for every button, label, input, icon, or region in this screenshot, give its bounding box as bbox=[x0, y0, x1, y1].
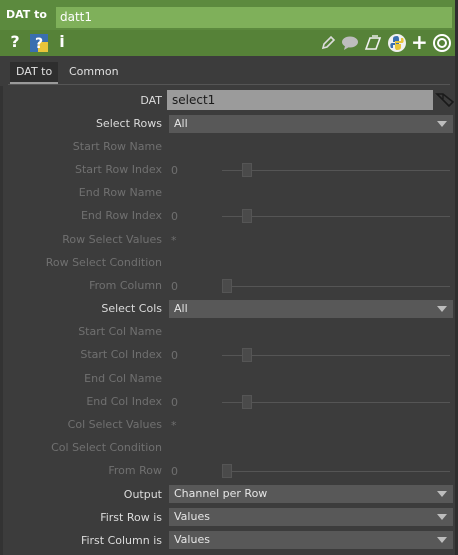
output-label: Output bbox=[123, 488, 162, 501]
chevron-down-icon bbox=[437, 514, 447, 520]
dat-drop-arrow-icon[interactable] bbox=[435, 90, 455, 110]
end-col-index-slider[interactable] bbox=[222, 402, 450, 403]
from-column-label: From Column bbox=[89, 279, 162, 292]
row-select-condition-label: Row Select Condition bbox=[45, 256, 162, 269]
first-column-is-dropdown[interactable]: Values bbox=[169, 531, 453, 549]
tab-common[interactable]: Common bbox=[63, 62, 125, 82]
select-cols-dropdown[interactable]: All bbox=[169, 300, 453, 318]
end-row-index-label: End Row Index bbox=[80, 209, 162, 222]
from-row-value[interactable]: 0 bbox=[171, 465, 178, 478]
info-icon[interactable]: i bbox=[56, 31, 68, 53]
tab-divider bbox=[8, 84, 450, 85]
chevron-down-icon bbox=[437, 537, 447, 543]
end-row-index-slider-handle[interactable] bbox=[242, 209, 252, 223]
from-row-slider[interactable] bbox=[222, 471, 450, 472]
end-col-index-value[interactable]: 0 bbox=[171, 396, 178, 409]
first-row-is-label: First Row is bbox=[100, 511, 162, 524]
python-help-icon[interactable]: ? bbox=[29, 31, 49, 53]
end-col-index-label: End Col Index bbox=[86, 395, 162, 408]
add-icon[interactable]: + bbox=[411, 31, 428, 53]
start-col-name-label: Start Col Name bbox=[78, 325, 162, 338]
first-row-is-dropdown[interactable]: Values bbox=[169, 508, 453, 526]
viewer-icon[interactable] bbox=[432, 31, 452, 53]
from-row-slider-handle[interactable] bbox=[222, 464, 232, 478]
col-select-values-label: Col Select Values bbox=[67, 418, 162, 431]
start-col-index-label: Start Col Index bbox=[80, 348, 162, 361]
clone-icon[interactable] bbox=[364, 31, 382, 53]
row-select-values-value[interactable]: * bbox=[171, 234, 177, 247]
end-row-index-slider[interactable] bbox=[222, 216, 450, 217]
operator-name-field[interactable]: datt1 bbox=[56, 7, 452, 28]
from-row-label: From Row bbox=[108, 464, 162, 477]
parameter-panel: DAT to datt1 ? ? i + DAT to Common DAT s… bbox=[0, 0, 458, 555]
start-col-index-slider-handle[interactable] bbox=[242, 348, 252, 362]
end-row-name-label: End Row Name bbox=[78, 186, 162, 199]
comment-icon[interactable] bbox=[341, 31, 359, 53]
start-row-index-slider-handle[interactable] bbox=[242, 163, 252, 177]
start-row-index-value[interactable]: 0 bbox=[171, 164, 178, 177]
select-rows-value: All bbox=[174, 117, 188, 130]
first-column-is-value: Values bbox=[174, 533, 210, 546]
chevron-down-icon bbox=[437, 306, 447, 312]
svg-text:?: ? bbox=[35, 36, 43, 52]
select-cols-label: Select Cols bbox=[101, 302, 162, 315]
start-col-index-value[interactable]: 0 bbox=[171, 349, 178, 362]
end-col-name-label: End Col Name bbox=[84, 372, 162, 385]
output-value: Channel per Row bbox=[174, 487, 268, 500]
tab-dat-to[interactable]: DAT to bbox=[10, 62, 59, 84]
python-icon[interactable] bbox=[387, 31, 407, 53]
dat-label: DAT bbox=[140, 94, 162, 107]
pencil-icon[interactable] bbox=[320, 31, 336, 53]
end-col-index-slider-handle[interactable] bbox=[242, 395, 252, 409]
panel-border bbox=[0, 86, 3, 555]
chevron-down-icon bbox=[437, 121, 447, 127]
from-column-slider-handle[interactable] bbox=[222, 279, 232, 293]
from-column-slider[interactable] bbox=[222, 286, 450, 287]
help-icon[interactable]: ? bbox=[8, 31, 22, 53]
end-row-index-value[interactable]: 0 bbox=[171, 210, 178, 223]
start-row-index-slider[interactable] bbox=[222, 170, 450, 171]
select-cols-value: All bbox=[174, 302, 188, 315]
first-column-is-label: First Column is bbox=[80, 534, 162, 547]
chevron-down-icon bbox=[437, 491, 447, 497]
first-row-is-value: Values bbox=[174, 510, 210, 523]
row-select-values-label: Row Select Values bbox=[62, 233, 162, 246]
dat-field[interactable]: select1 bbox=[167, 90, 433, 110]
start-row-index-label: Start Row Index bbox=[74, 163, 162, 176]
start-row-name-label: Start Row Name bbox=[72, 140, 162, 153]
start-col-index-slider[interactable] bbox=[222, 355, 450, 356]
col-select-values-value[interactable]: * bbox=[171, 419, 177, 432]
operator-type-label: DAT to bbox=[6, 8, 47, 21]
col-select-condition-label: Col Select Condition bbox=[51, 441, 162, 454]
select-rows-dropdown[interactable]: All bbox=[169, 115, 453, 133]
select-rows-label: Select Rows bbox=[95, 117, 162, 130]
from-column-value[interactable]: 0 bbox=[171, 280, 178, 293]
output-dropdown[interactable]: Channel per Row bbox=[169, 485, 453, 503]
